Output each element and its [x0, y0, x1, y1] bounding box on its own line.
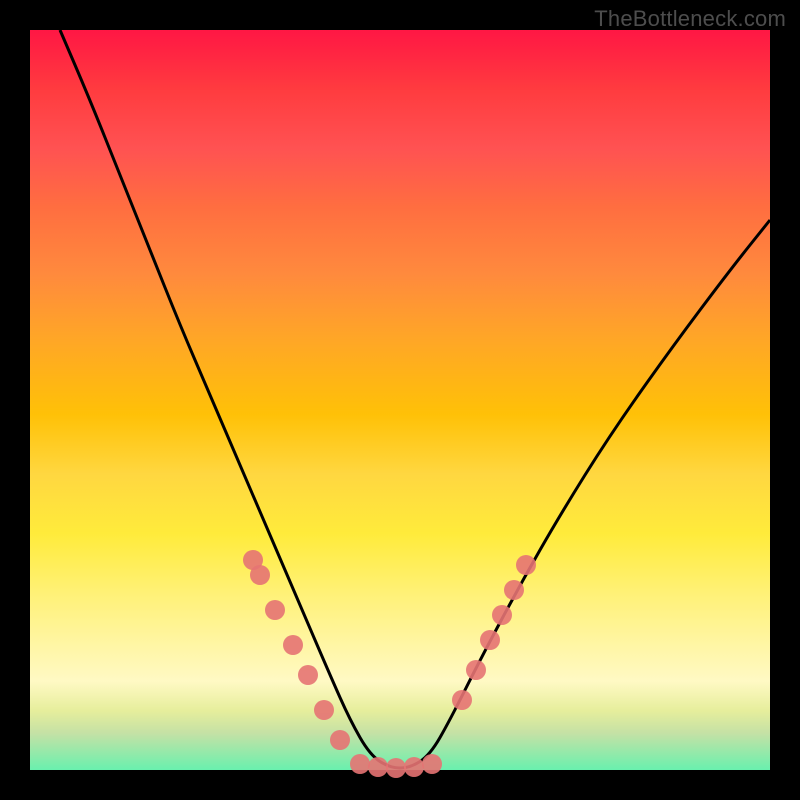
data-point	[283, 635, 303, 655]
data-points	[243, 550, 536, 778]
bottleneck-curve	[60, 30, 770, 768]
data-point	[368, 757, 388, 777]
data-point	[386, 758, 406, 778]
data-point	[314, 700, 334, 720]
watermark-text: TheBottleneck.com	[594, 6, 786, 32]
data-point	[492, 605, 512, 625]
chart-frame: TheBottleneck.com	[0, 0, 800, 800]
data-point	[452, 690, 472, 710]
data-point	[480, 630, 500, 650]
data-point	[250, 565, 270, 585]
data-point	[298, 665, 318, 685]
data-point	[504, 580, 524, 600]
data-point	[350, 754, 370, 774]
data-point	[265, 600, 285, 620]
data-point	[330, 730, 350, 750]
curve-svg	[30, 30, 770, 770]
data-point	[516, 555, 536, 575]
data-point	[404, 757, 424, 777]
data-point	[422, 754, 442, 774]
data-point	[466, 660, 486, 680]
